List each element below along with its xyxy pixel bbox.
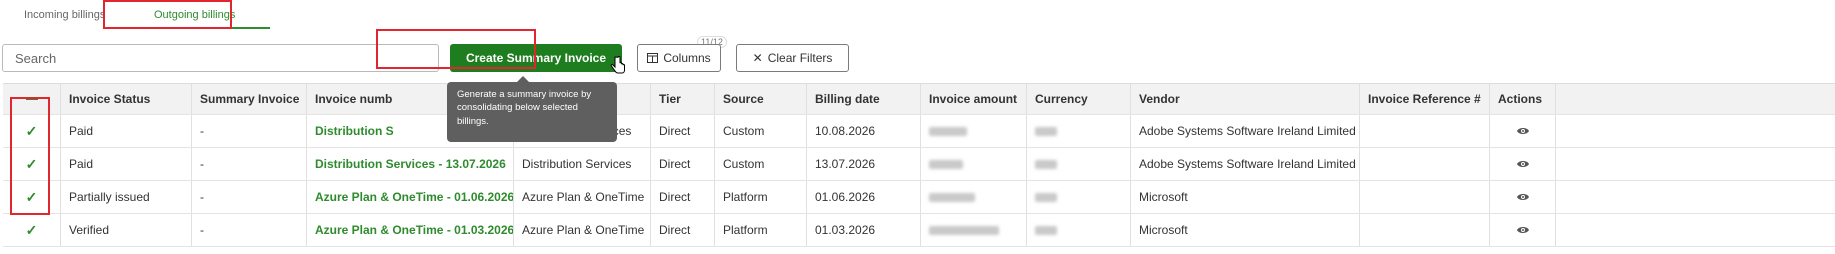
- cell-summary-invoice: -: [192, 214, 307, 246]
- cell-invoice-number-link[interactable]: Azure Plan & OneTime - 01.03.2026: [307, 214, 514, 246]
- cell-invoice-amount-redacted: [921, 115, 1027, 147]
- header-actions: Actions: [1490, 84, 1556, 114]
- row-checkbox[interactable]: ✓: [3, 148, 61, 180]
- row-checkbox[interactable]: ✓: [3, 214, 61, 246]
- table-header-row: Invoice Status Summary Invoice Invoice n…: [3, 83, 1835, 115]
- cell-summary-invoice: -: [192, 181, 307, 213]
- table-row[interactable]: ✓ Partially issued - Azure Plan & OneTim…: [3, 181, 1835, 214]
- header-vendor[interactable]: Vendor: [1131, 84, 1360, 114]
- cell-currency-redacted: [1027, 214, 1131, 246]
- cell-tier: Direct: [651, 214, 715, 246]
- header-source[interactable]: Source: [715, 84, 807, 114]
- cell-currency-redacted: [1027, 115, 1131, 147]
- cell-billing-date: 10.08.2026: [807, 115, 921, 147]
- active-tab-indicator: [140, 27, 270, 29]
- view-button[interactable]: [1490, 214, 1556, 246]
- cell-billing-date: 01.06.2026: [807, 181, 921, 213]
- cell-source: Platform: [715, 181, 807, 213]
- header-tier[interactable]: Tier: [651, 84, 715, 114]
- row-checkbox[interactable]: ✓: [3, 115, 61, 147]
- cell-invoice-amount-redacted: [921, 181, 1027, 213]
- create-summary-tooltip: Generate a summary invoice by consolidat…: [447, 76, 617, 142]
- columns-icon: [647, 53, 659, 63]
- cell-invoice-amount-redacted: [921, 148, 1027, 180]
- header-invoice-reference[interactable]: Invoice Reference #: [1360, 84, 1490, 114]
- cell-invoice-reference: [1360, 115, 1490, 147]
- cell-invoice-status: Paid: [61, 148, 192, 180]
- billing-tabs: Incoming billings Outgoing billings: [10, 0, 610, 32]
- header-invoice-amount[interactable]: Invoice amount: [921, 84, 1027, 114]
- cell-contract-type: Azure Plan & OneTime: [514, 181, 651, 213]
- close-icon: ✕: [752, 51, 763, 65]
- cell-tier: Direct: [651, 148, 715, 180]
- cell-invoice-number-link[interactable]: Azure Plan & OneTime - 01.06.2026: [307, 181, 514, 213]
- cell-invoice-number-link[interactable]: Distribution Services - 13.07.2026: [307, 148, 514, 180]
- check-icon: ✓: [25, 188, 38, 205]
- cell-invoice-amount-redacted: [921, 214, 1027, 246]
- table-row[interactable]: ✓ Verified - Azure Plan & OneTime - 01.0…: [3, 214, 1835, 247]
- row-checkbox[interactable]: ✓: [3, 181, 61, 213]
- cell-contract-type: Azure Plan & OneTime: [514, 214, 651, 246]
- cell-invoice-status: Partially issued: [61, 181, 192, 213]
- cell-summary-invoice: -: [192, 115, 307, 147]
- cell-billing-date: 01.03.2026: [807, 214, 921, 246]
- cell-contract-type: Distribution Services: [514, 148, 651, 180]
- cell-invoice-reference: [1360, 214, 1490, 246]
- tab-incoming-billings[interactable]: Incoming billings: [24, 9, 105, 21]
- view-button[interactable]: [1490, 181, 1556, 213]
- cell-source: Custom: [715, 115, 807, 147]
- columns-button-label: Columns: [663, 51, 711, 65]
- columns-button[interactable]: Columns: [637, 44, 721, 72]
- cell-invoice-reference: [1360, 148, 1490, 180]
- clear-filters-label: Clear Filters: [767, 51, 833, 65]
- cell-tier: Direct: [651, 181, 715, 213]
- cell-billing-date: 13.07.2026: [807, 148, 921, 180]
- eye-icon: [1516, 194, 1529, 200]
- view-button[interactable]: [1490, 148, 1556, 180]
- check-icon: ✓: [25, 122, 38, 139]
- cell-vendor: Microsoft: [1131, 181, 1360, 213]
- cell-tier: Direct: [651, 115, 715, 147]
- hand-cursor-icon: [610, 56, 625, 74]
- eye-icon: [1516, 161, 1529, 167]
- check-icon: ✓: [25, 221, 38, 238]
- cell-vendor: Microsoft: [1131, 214, 1360, 246]
- search-input[interactable]: [2, 44, 439, 72]
- cell-summary-invoice: -: [192, 148, 307, 180]
- table-row[interactable]: ✓ Paid - Distribution Services - 13.07.2…: [3, 148, 1835, 181]
- indeterminate-icon: [25, 98, 38, 100]
- table-row[interactable]: ✓ Paid - Distribution S Distribution Ser…: [3, 115, 1835, 148]
- header-billing-date[interactable]: Billing date: [807, 84, 921, 114]
- cell-vendor: Adobe Systems Software Ireland Limited: [1131, 148, 1360, 180]
- tab-outgoing-billings[interactable]: Outgoing billings: [154, 9, 235, 21]
- cell-vendor: Adobe Systems Software Ireland Limited: [1131, 115, 1360, 147]
- view-button[interactable]: [1490, 115, 1556, 147]
- check-icon: ✓: [25, 155, 38, 172]
- header-invoice-status[interactable]: Invoice Status: [61, 84, 192, 114]
- eye-icon: [1516, 227, 1529, 233]
- header-currency[interactable]: Currency: [1027, 84, 1131, 114]
- select-all-checkbox[interactable]: [3, 84, 61, 114]
- header-summary-invoice[interactable]: Summary Invoice: [192, 84, 307, 114]
- cell-currency-redacted: [1027, 148, 1131, 180]
- cell-currency-redacted: [1027, 181, 1131, 213]
- create-summary-invoice-button[interactable]: Create Summary Invoice: [450, 44, 622, 72]
- eye-icon: [1516, 128, 1529, 134]
- clear-filters-button[interactable]: ✕ Clear Filters: [736, 44, 849, 72]
- cell-source: Platform: [715, 214, 807, 246]
- cell-invoice-reference: [1360, 181, 1490, 213]
- cell-invoice-status: Verified: [61, 214, 192, 246]
- cell-source: Custom: [715, 148, 807, 180]
- cell-invoice-status: Paid: [61, 115, 192, 147]
